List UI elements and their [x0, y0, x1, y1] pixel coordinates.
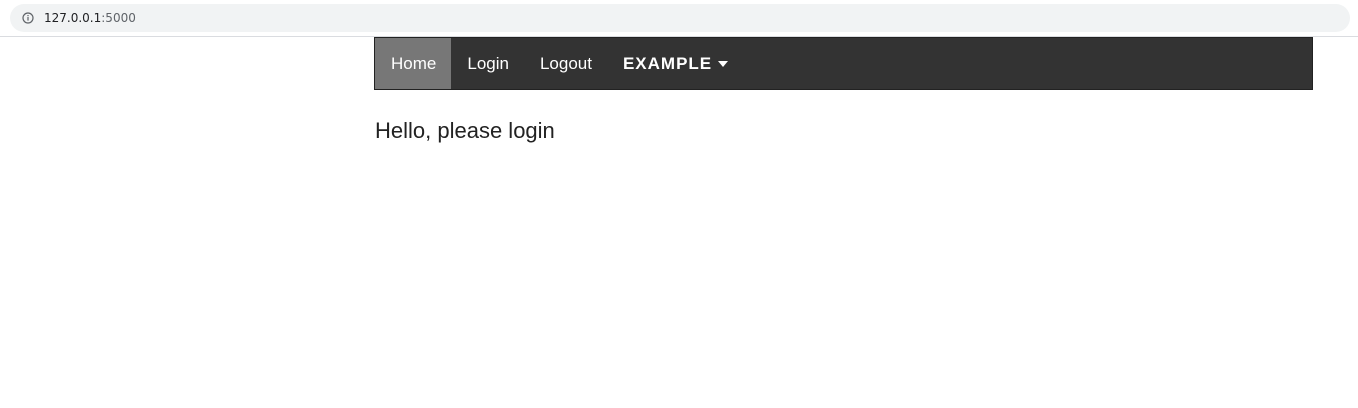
- address-bar[interactable]: 127.0.0.1:5000: [10, 4, 1350, 32]
- url-port: :5000: [101, 11, 136, 25]
- top-navbar: Home Login Logout EXAMPLE: [374, 37, 1313, 90]
- url-host: 127.0.0.1: [44, 11, 102, 25]
- example-dropdown[interactable]: EXAMPLE: [607, 38, 743, 89]
- info-icon[interactable]: [22, 12, 34, 24]
- nav-item-label: Logout: [539, 53, 592, 73]
- caret-down-icon: [718, 60, 729, 67]
- nav-item-home[interactable]: Home: [375, 38, 452, 89]
- browser-toolbar: 127.0.0.1:5000: [0, 0, 1358, 37]
- greeting-text: Hello, please login: [375, 118, 555, 143]
- nav-item-logout[interactable]: Logout: [524, 38, 607, 89]
- nav-item-label: Home: [391, 53, 437, 73]
- nav-item-label: Login: [467, 53, 509, 73]
- url-text[interactable]: 127.0.0.1:5000: [44, 11, 136, 25]
- dropdown-label: EXAMPLE: [622, 53, 713, 73]
- nav-item-login[interactable]: Login: [451, 38, 524, 89]
